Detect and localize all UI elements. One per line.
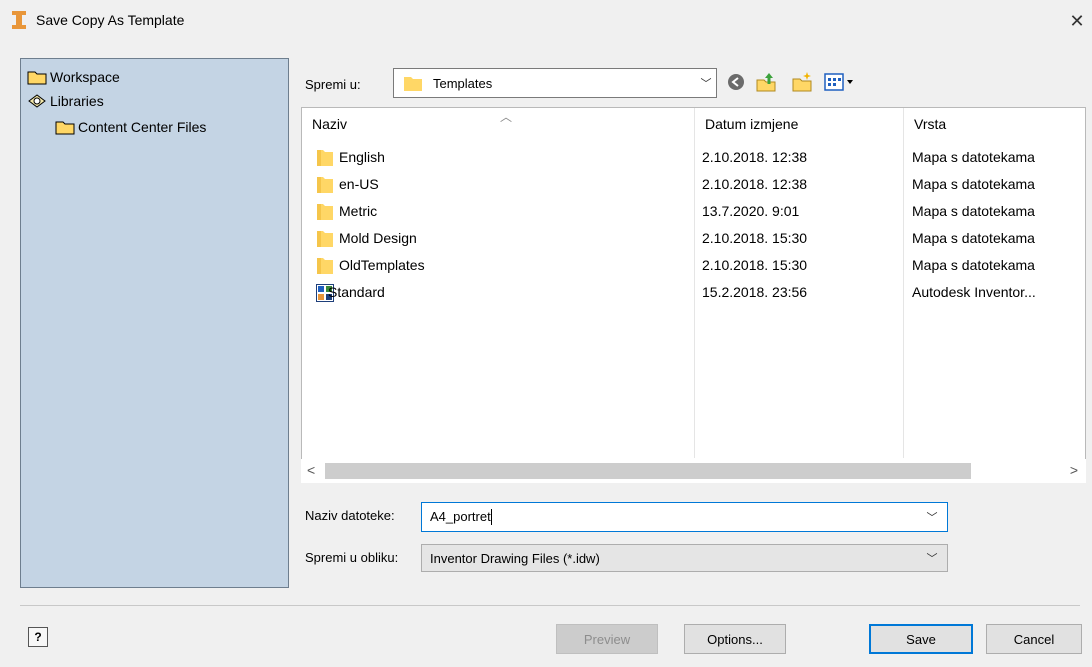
preview-button[interactable]: Preview	[556, 624, 658, 654]
chevron-down-icon: ﹀	[700, 78, 712, 90]
column-header-name[interactable]: Naziv	[312, 116, 347, 132]
file-type: Mapa s datotekama	[912, 176, 1035, 192]
sidebar-item-label: Workspace	[50, 69, 120, 85]
options-button[interactable]: Options...	[684, 624, 786, 654]
up-folder-icon	[756, 73, 776, 92]
cancel-button[interactable]: Cancel	[986, 624, 1082, 654]
file-row[interactable]: Standard 15.2.2018. 23:56 Autodesk Inven…	[302, 279, 1085, 306]
horizontal-scrollbar[interactable]: < >	[301, 459, 1086, 483]
file-date: 2.10.2018. 12:38	[702, 176, 808, 192]
file-name: Standard	[328, 284, 385, 300]
help-button[interactable]: ?	[28, 627, 48, 647]
file-name: en-US	[339, 176, 379, 192]
file-row[interactable]: en-US 2.10.2018. 12:38 Mapa s datotekama	[302, 171, 1085, 198]
scroll-right-icon[interactable]: >	[1070, 462, 1078, 478]
view-menu-button[interactable]	[822, 70, 860, 94]
file-type: Mapa s datotekama	[912, 230, 1035, 246]
file-date: 15.2.2018. 23:56	[702, 284, 808, 300]
title-bar: Save Copy As Template ✕	[0, 0, 1092, 44]
sidebar-item-workspace[interactable]: Workspace	[27, 67, 120, 87]
file-row[interactable]: Metric 13.7.2020. 9:01 Mapa s datotekama	[302, 198, 1085, 225]
sidebar-item-label: Content Center Files	[78, 119, 207, 135]
save-button[interactable]: Save	[869, 624, 973, 654]
file-date: 13.7.2020. 9:01	[702, 203, 800, 219]
file-type-select[interactable]: Inventor Drawing Files (*.idw) ﹀	[421, 544, 948, 572]
folder-icon	[317, 150, 333, 166]
file-name: OldTemplates	[339, 257, 425, 273]
text-caret	[490, 509, 492, 526]
folder-icon	[55, 121, 75, 135]
save-in-label: Spremi u:	[305, 77, 361, 92]
window-title: Save Copy As Template	[36, 12, 185, 28]
back-arrow-icon	[728, 74, 744, 90]
scrollbar-thumb[interactable]	[325, 463, 971, 479]
folder-icon	[317, 204, 333, 220]
sidebar-item-content-center-files[interactable]: Content Center Files	[55, 117, 206, 137]
folder-icon	[27, 71, 47, 85]
file-type: Mapa s datotekama	[912, 149, 1035, 165]
folder-icon	[317, 231, 333, 247]
up-folder-button[interactable]	[754, 70, 778, 94]
file-list[interactable]: ︿ Naziv Datum izmjene Vrsta English 2.10…	[301, 107, 1086, 483]
file-name-value: A4_portret	[430, 508, 491, 524]
location-sidebar: Workspace Libraries Content Center Files	[20, 58, 289, 588]
file-type: Autodesk Inventor...	[912, 284, 1036, 300]
save-in-value: Templates	[433, 75, 493, 91]
file-name-input[interactable]: A4_portret ﹀	[421, 502, 948, 532]
file-type: Mapa s datotekama	[912, 257, 1035, 273]
save-in-dropdown[interactable]: Templates ﹀	[393, 68, 717, 98]
chevron-down-icon[interactable]: ﹀	[917, 509, 947, 525]
footer-divider	[20, 605, 1080, 606]
column-header-type[interactable]: Vrsta	[914, 116, 946, 132]
chevron-down-icon: ﹀	[926, 553, 938, 565]
file-row[interactable]: Mold Design 2.10.2018. 15:30 Mapa s dato…	[302, 225, 1085, 252]
file-row[interactable]: OldTemplates 2.10.2018. 15:30 Mapa s dat…	[302, 252, 1085, 279]
file-name: Mold Design	[339, 230, 417, 246]
new-folder-button[interactable]	[790, 70, 814, 94]
sort-ascending-icon: ︿	[500, 110, 513, 124]
file-name: English	[339, 149, 385, 165]
column-header-date[interactable]: Datum izmjene	[705, 116, 798, 132]
folder-icon	[404, 77, 422, 91]
file-date: 2.10.2018. 12:38	[702, 149, 808, 165]
folder-icon	[317, 177, 333, 193]
library-icon	[28, 94, 46, 108]
file-row[interactable]: English 2.10.2018. 12:38 Mapa s datoteka…	[302, 144, 1085, 171]
scroll-left-icon[interactable]: <	[307, 462, 315, 478]
back-button[interactable]	[724, 70, 748, 94]
view-menu-icon	[824, 73, 853, 91]
file-name: Metric	[339, 203, 378, 219]
file-type-label: Spremi u obliku:	[305, 550, 399, 565]
file-name-label: Naziv datoteke:	[305, 508, 395, 523]
close-button[interactable]: ✕	[1066, 10, 1088, 32]
new-folder-icon	[792, 72, 812, 92]
file-date: 2.10.2018. 15:30	[702, 257, 808, 273]
file-type-value: Inventor Drawing Files (*.idw)	[430, 550, 600, 566]
file-type: Mapa s datotekama	[912, 203, 1035, 219]
folder-icon	[317, 258, 333, 274]
file-date: 2.10.2018. 15:30	[702, 230, 808, 246]
sidebar-item-libraries[interactable]: Libraries	[27, 91, 104, 111]
sidebar-item-label: Libraries	[50, 93, 104, 109]
inventor-app-icon	[12, 11, 26, 29]
